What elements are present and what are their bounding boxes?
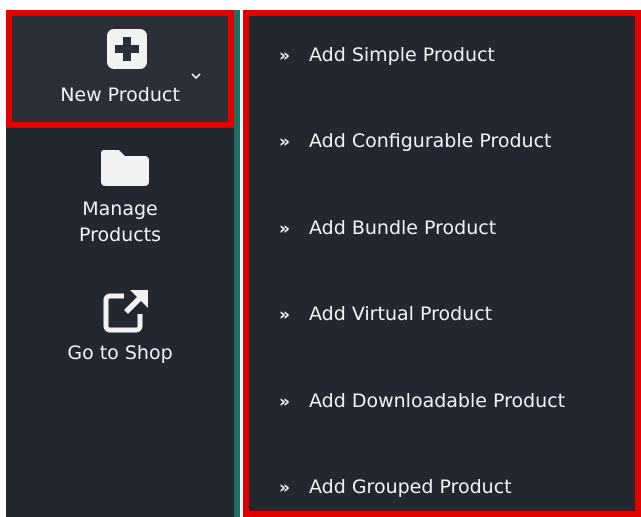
sidebar-item-manage-products[interactable]: Manage Products (6, 140, 234, 270)
new-product-submenu: » Add Simple Product » Add Configurable Pr… (243, 10, 641, 517)
sidebar-item-label: Manage Products (78, 198, 162, 246)
sidebar-item-label: Go to Shop (67, 342, 173, 364)
double-chevron-right-icon: » (279, 392, 290, 412)
plus-square-icon (106, 28, 148, 70)
sidebar-item-new-product[interactable]: New Product (6, 10, 234, 128)
submenu-item-label: Add Downloadable Product (309, 390, 566, 412)
chevron-down-icon (189, 62, 203, 80)
submenu-item-label: Add Simple Product (309, 44, 495, 66)
submenu-item-add-configurable-product[interactable]: » Add Configurable Product (279, 128, 552, 155)
double-chevron-right-icon: » (279, 219, 290, 239)
submenu-item-add-simple-product[interactable]: » Add Simple Product (279, 42, 495, 69)
submenu-item-label: Add Grouped Product (309, 476, 512, 498)
sidebar-item-go-to-shop[interactable]: Go to Shop (6, 284, 234, 374)
sidebar-item-label: New Product (60, 84, 180, 106)
submenu-item-add-virtual-product[interactable]: » Add Virtual Product (279, 301, 492, 328)
submenu-item-label: Add Virtual Product (309, 303, 493, 325)
submenu-item-add-bundle-product[interactable]: » Add Bundle Product (279, 215, 496, 242)
double-chevron-right-icon: » (279, 478, 290, 498)
submenu-item-add-grouped-product[interactable]: » Add Grouped Product (279, 474, 512, 501)
folder-icon (99, 146, 151, 188)
submenu-item-add-downloadable-product[interactable]: » Add Downloadable Product (279, 388, 565, 415)
external-link-icon (102, 288, 150, 334)
sidebar-accent-bar (234, 10, 240, 517)
submenu-item-label: Add Bundle Product (309, 217, 497, 239)
submenu-item-label: Add Configurable Product (309, 130, 552, 152)
double-chevron-right-icon: » (279, 305, 290, 325)
double-chevron-right-icon: » (279, 46, 290, 66)
admin-menu: New Product Manage Products Go to Shop »… (0, 0, 641, 517)
double-chevron-right-icon: » (279, 132, 290, 152)
